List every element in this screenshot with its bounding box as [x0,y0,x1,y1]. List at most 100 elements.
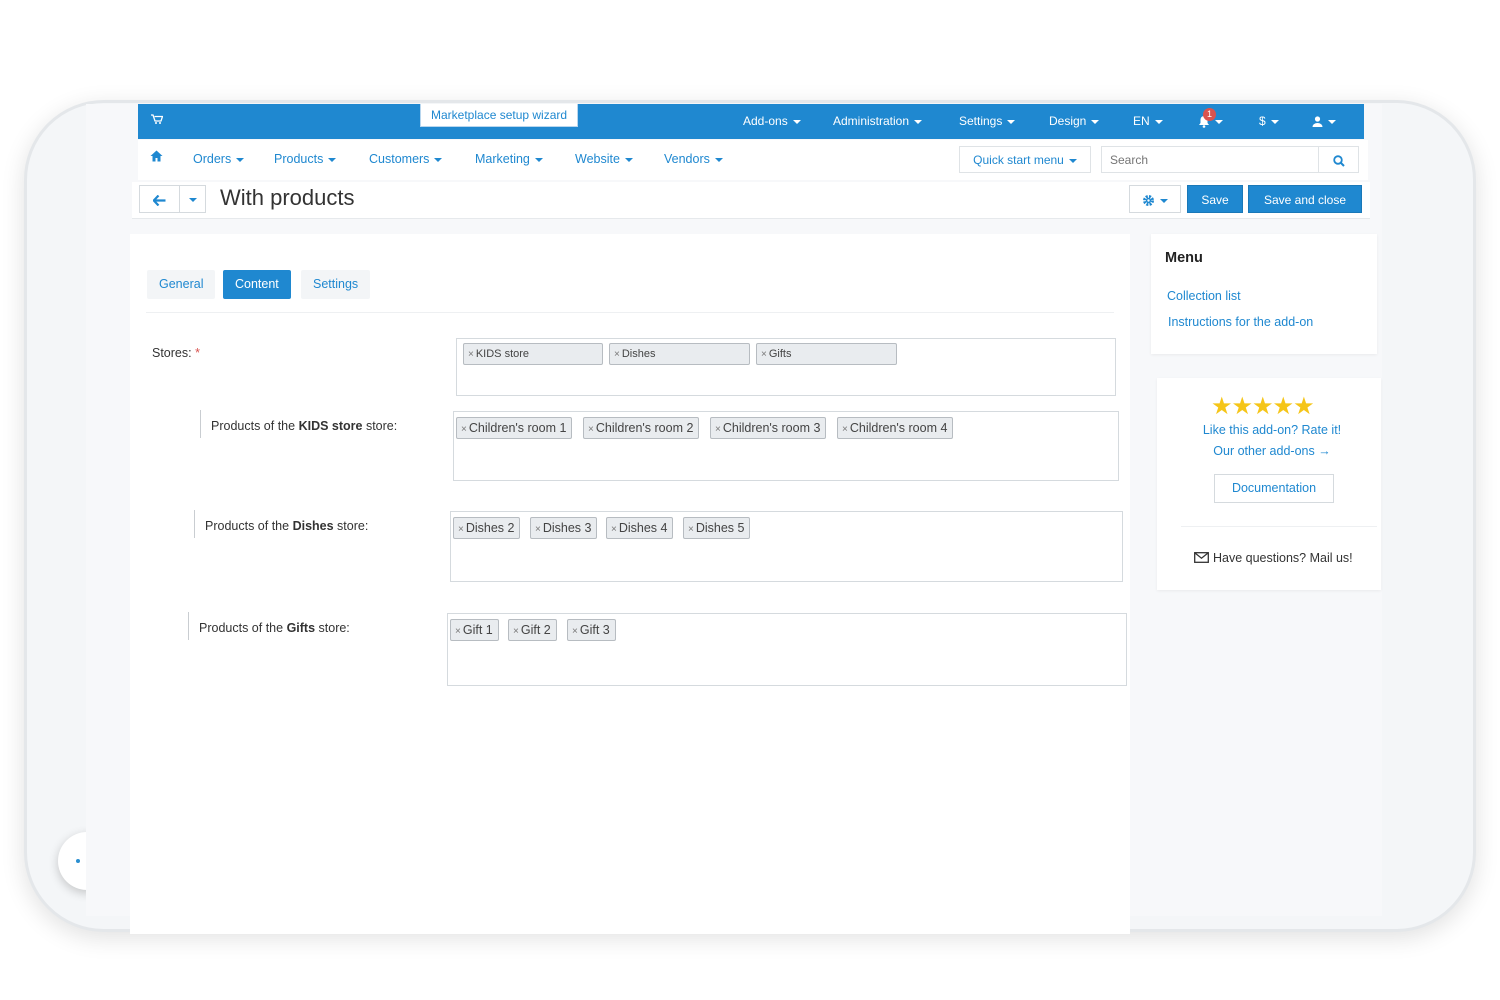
store-tag-label: Gifts [768,348,792,360]
group-indent-line [188,612,189,640]
remove-icon[interactable]: × [842,424,848,435]
product-tag-label: Children's room 3 [722,421,821,435]
label-store: Gifts [286,621,316,635]
documentation-button[interactable]: Documentation [1214,474,1334,503]
remove-icon[interactable]: × [535,524,541,535]
administration-menu-label: Administration [833,114,910,128]
user-menu[interactable] [1312,104,1336,139]
remove-icon[interactable]: × [761,349,767,360]
language-menu[interactable]: EN [1133,104,1163,139]
group-indent-line [194,510,195,538]
administration-menu[interactable]: Administration [833,104,923,139]
back-button[interactable] [139,185,180,213]
product-tag-label: Gift 1 [462,623,493,637]
store-tag[interactable]: × Dishes [609,343,750,365]
product-tag[interactable]: × Children's room 3 [710,417,827,439]
product-tag[interactable]: × Dishes 3 [530,517,598,539]
remove-icon[interactable]: × [513,626,519,637]
remove-icon[interactable]: × [458,524,464,535]
product-tag-label: Gift 2 [520,623,551,637]
stores-label-text: Stores: [152,346,192,360]
nav-products[interactable]: Products [274,150,337,168]
product-tag[interactable]: × Gift 2 [508,619,557,641]
stores-label: Stores: * [152,346,200,360]
product-tag-label: Dishes 3 [542,521,592,535]
search-input[interactable] [1101,146,1319,173]
product-tag-label: Gift 3 [579,623,610,637]
nav-marketing[interactable]: Marketing [475,150,543,168]
product-tag-label: Children's room 2 [595,421,694,435]
mail-us-link[interactable]: Have questions? Mail us! [1194,551,1353,565]
group-indent-line [200,410,201,438]
tab-content[interactable]: Content [223,270,291,299]
rate-addon-link[interactable]: Like this add-on? Rate it! [1157,423,1387,437]
quick-start-menu[interactable]: Quick start menu [959,146,1091,173]
addons-menu[interactable]: Add-ons [743,104,801,139]
remove-icon[interactable]: × [715,424,721,435]
search-button[interactable] [1319,146,1359,173]
nav-products-label: Products [274,152,324,166]
tab-general[interactable]: General [147,270,216,299]
setup-wizard-link[interactable]: Marketplace setup wizard [420,104,579,127]
save-button[interactable]: Save [1187,185,1243,213]
remove-icon[interactable]: × [572,626,578,637]
nav-website[interactable]: Website [575,150,633,168]
label-prefix: Products of the [199,621,287,635]
nav-orders[interactable]: Orders [193,150,245,168]
collection-list-link[interactable]: Collection list [1167,289,1241,303]
settings-menu[interactable]: Settings [959,104,1016,139]
remove-icon[interactable]: × [461,424,467,435]
store-tag-label: KIDS store [475,348,530,360]
product-tag[interactable]: × Children's room 2 [583,417,700,439]
store-tag[interactable]: × Gifts [756,343,897,365]
product-tag-label: Children's room 1 [468,421,567,435]
other-addons-link[interactable]: Our other add-ons → [1157,444,1387,458]
settings-gear-button[interactable] [1129,185,1181,213]
instructions-link[interactable]: Instructions for the add-on [1168,315,1313,329]
product-tag[interactable]: × Children's room 1 [456,417,573,439]
nav-marketing-label: Marketing [475,152,530,166]
remove-icon[interactable]: × [611,524,617,535]
remove-icon[interactable]: × [455,626,461,637]
kids-products-label: Products of the KIDS store store: [211,419,397,433]
product-tag[interactable]: × Dishes 5 [683,517,751,539]
design-menu[interactable]: Design [1049,104,1100,139]
nav-vendors[interactable]: Vendors [664,150,723,168]
nav-orders-label: Orders [193,152,232,166]
store-tag[interactable]: × KIDS store [463,343,603,365]
remove-icon[interactable]: × [688,524,694,535]
settings-menu-label: Settings [959,114,1003,128]
label-store: Dishes [292,519,334,533]
product-tag[interactable]: × Gift 3 [567,619,616,641]
home-icon[interactable] [150,150,163,165]
arrow-left-icon [152,194,166,206]
gifts-products-label: Products of the Gifts store: [199,621,350,635]
tab-settings[interactable]: Settings [301,270,371,299]
cart-icon[interactable] [151,114,164,127]
gear-icon [1143,195,1154,207]
language-menu-label: EN [1133,114,1150,128]
label-suffix: store: [333,519,369,533]
product-tag-label: Children's room 4 [849,421,948,435]
back-dropdown-button[interactable] [179,185,206,213]
envelope-icon [1194,552,1209,563]
user-icon [1312,116,1323,128]
product-tag-label: Dishes 5 [695,521,745,535]
product-tag[interactable]: × Gift 1 [450,619,499,641]
addons-menu-label: Add-ons [743,114,788,128]
dishes-products-label: Products of the Dishes store: [205,519,368,533]
currency-menu[interactable]: $ [1259,104,1279,139]
product-tag[interactable]: × Dishes 4 [606,517,674,539]
save-and-close-button[interactable]: Save and close [1248,185,1362,213]
nav-vendors-label: Vendors [664,152,710,166]
product-tag[interactable]: × Children's room 4 [837,417,954,439]
product-tag[interactable]: × Dishes 2 [453,517,521,539]
design-menu-label: Design [1049,114,1087,128]
remove-icon[interactable]: × [468,349,474,360]
remove-icon[interactable]: × [614,349,620,360]
nav-customers[interactable]: Customers [369,150,443,168]
mail-us-label: Have questions? Mail us! [1213,551,1353,565]
remove-icon[interactable]: × [588,424,594,435]
label-store: KIDS store [298,419,363,433]
rating-stars-icon[interactable]: ★★★★★ [1211,392,1315,421]
